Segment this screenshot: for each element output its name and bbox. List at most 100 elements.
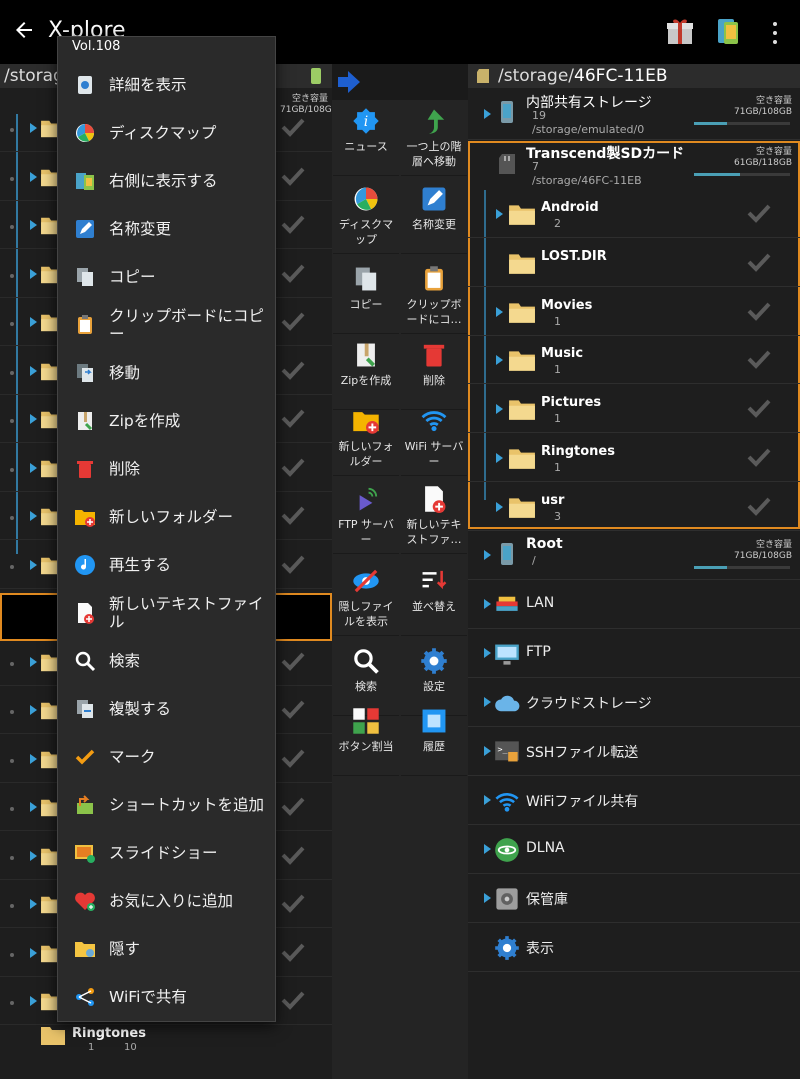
check-icon[interactable] [280, 795, 306, 821]
menu-item-slideshow[interactable]: スライドショー [58, 829, 277, 877]
folder-row-ringtones[interactable]: Ringtones 1 [468, 434, 800, 482]
check-icon[interactable] [746, 300, 772, 326]
check-icon[interactable] [280, 456, 306, 482]
menu-item-new-text-file[interactable]: 新しいテキストファイル [58, 589, 277, 637]
check-icon[interactable] [746, 397, 772, 423]
check-icon[interactable] [280, 165, 306, 191]
svg-text:>_: >_ [498, 744, 508, 754]
new-folder-icon [351, 406, 381, 436]
toolbar-zip[interactable]: Zipを作成 [333, 334, 399, 410]
menu-item-delete[interactable]: 削除 [58, 445, 277, 493]
menu-item-label: お気に入りに追加 [109, 892, 234, 910]
toolbar-up-level[interactable]: 一つ上の階層へ移動 [401, 100, 467, 176]
check-icon[interactable] [280, 262, 306, 288]
menu-item-favorite[interactable]: お気に入りに追加 [58, 877, 277, 925]
check-icon[interactable] [746, 446, 772, 472]
toolbar-button-assign[interactable]: ボタン割当 [333, 700, 399, 776]
menu-item-show-right[interactable]: 右側に表示する [58, 157, 277, 205]
menu-item-copy[interactable]: コピー [58, 253, 277, 301]
storage-sdcard[interactable]: Transcend製SDカード 7 /storage/46FC-11EB 空き容… [468, 143, 800, 190]
toolbar-delete[interactable]: 削除 [401, 334, 467, 410]
settings-icon [419, 646, 449, 676]
check-icon[interactable] [280, 504, 306, 530]
toolbar-history[interactable]: 履歴 [401, 700, 467, 776]
toolbar-new-folder[interactable]: 新しいフォルダー [333, 400, 399, 476]
toolbar-clipboard[interactable]: クリップボードにコ… [401, 258, 467, 334]
nav-cloud[interactable]: クラウドストレージ [468, 678, 800, 727]
dual-pane-icon[interactable] [713, 16, 743, 46]
more-options-icon[interactable] [767, 22, 783, 44]
check-icon[interactable] [280, 116, 306, 142]
menu-item-share[interactable]: WiFiで共有 [58, 973, 277, 1021]
menu-item-rename[interactable]: 名称変更 [58, 205, 277, 253]
right-path-bar[interactable]: /storage/46FC-11EB [468, 64, 800, 88]
menu-item-check[interactable]: マーク [58, 733, 277, 781]
check-icon[interactable] [280, 213, 306, 239]
check-icon[interactable] [280, 844, 306, 870]
folder-row-android[interactable]: Android 2 [468, 190, 800, 238]
toolbar-copy[interactable]: コピー [333, 258, 399, 334]
folder-row-pictures[interactable]: Pictures 1 [468, 385, 800, 434]
left-bottom-row[interactable]: Ringtones 1 10 [40, 1024, 146, 1053]
menu-item-info[interactable]: 詳細を表示 [58, 61, 277, 109]
check-icon[interactable] [280, 941, 306, 967]
nav-label: FTP [526, 644, 551, 660]
check-icon[interactable] [280, 747, 306, 773]
check-icon[interactable] [280, 310, 306, 336]
nav-ssh[interactable]: >_ SSHファイル転送 [468, 727, 800, 776]
check-icon[interactable] [746, 348, 772, 374]
folder-row-music[interactable]: Music 1 [468, 336, 800, 385]
folder-row-lostdir[interactable]: LOST.DIR [468, 239, 800, 287]
toolbar-hidden-files[interactable]: 隠しファイルを表示 [333, 560, 399, 636]
check-icon[interactable] [280, 359, 306, 385]
arrow-right-icon[interactable] [334, 68, 362, 96]
check-icon[interactable] [746, 251, 772, 277]
nav-vault[interactable]: 保管庫 [468, 874, 800, 923]
toolbar-rename[interactable]: 名称変更 [401, 178, 467, 254]
nav-dlna[interactable]: DLNA [468, 825, 800, 874]
storage-root[interactable]: Root / 空き容量 71GB/108GB [468, 530, 800, 580]
menu-item-new-folder[interactable]: 新しいフォルダー [58, 493, 277, 541]
nav-lan[interactable]: LAN [468, 580, 800, 629]
menu-item-shortcut[interactable]: ショートカットを追加 [58, 781, 277, 829]
check-icon[interactable] [280, 892, 306, 918]
check-icon[interactable] [746, 202, 772, 228]
menu-item-zip[interactable]: Zipを作成 [58, 397, 277, 445]
menu-item-duplicate[interactable]: 複製する [58, 685, 277, 733]
toolbar-sort[interactable]: 並べ替え [401, 560, 467, 636]
nav-label: クラウドストレージ [526, 696, 652, 712]
toolbar-wifi-server[interactable]: WiFi サーバー [401, 400, 467, 476]
menu-item-move[interactable]: 移動 [58, 349, 277, 397]
menu-item-search[interactable]: 検索 [58, 637, 277, 685]
check-icon[interactable] [746, 495, 772, 521]
toolbar-disk-map[interactable]: ディスクマップ [333, 178, 399, 254]
expand-arrow-icon [30, 123, 37, 133]
check-icon[interactable] [280, 553, 306, 579]
storage-internal[interactable]: 内部共有ストレージ 19 /storage/emulated/0 空き容量 71G… [468, 88, 800, 140]
back-arrow-icon[interactable] [12, 18, 36, 42]
toolbar-label: ボタン割当 [338, 740, 394, 753]
check-icon[interactable] [280, 650, 306, 676]
toolbar-news[interactable]: i ニュース [333, 100, 399, 176]
menu-item-disk-map[interactable]: ディスクマップ [58, 109, 277, 157]
nav-settings[interactable]: 表示 [468, 923, 800, 972]
share-icon [74, 986, 96, 1008]
folder-row-movies[interactable]: Movies 1 [468, 288, 800, 336]
check-icon[interactable] [280, 698, 306, 724]
dot [10, 807, 14, 811]
dot [10, 370, 14, 375]
menu-item-play[interactable]: 再生する [58, 541, 277, 589]
phone-icon [311, 68, 321, 84]
nav-ftp[interactable]: FTP [468, 629, 800, 678]
folder-name: Music [541, 346, 584, 362]
gift-icon[interactable] [665, 16, 695, 46]
check-icon[interactable] [280, 989, 306, 1015]
nav-wifi[interactable]: WiFiファイル共有 [468, 776, 800, 825]
toolbar-new-text-file[interactable]: 新しいテキストファ… [401, 478, 467, 554]
toolbar-ftp-server[interactable]: FTP サーバー [333, 478, 399, 554]
folder-icon [508, 446, 536, 474]
folder-row-usr[interactable]: usr 3 [468, 483, 800, 531]
menu-item-clipboard[interactable]: クリップボードにコピー [58, 301, 277, 349]
menu-item-hide[interactable]: 隠す [58, 925, 277, 973]
check-icon[interactable] [280, 407, 306, 433]
